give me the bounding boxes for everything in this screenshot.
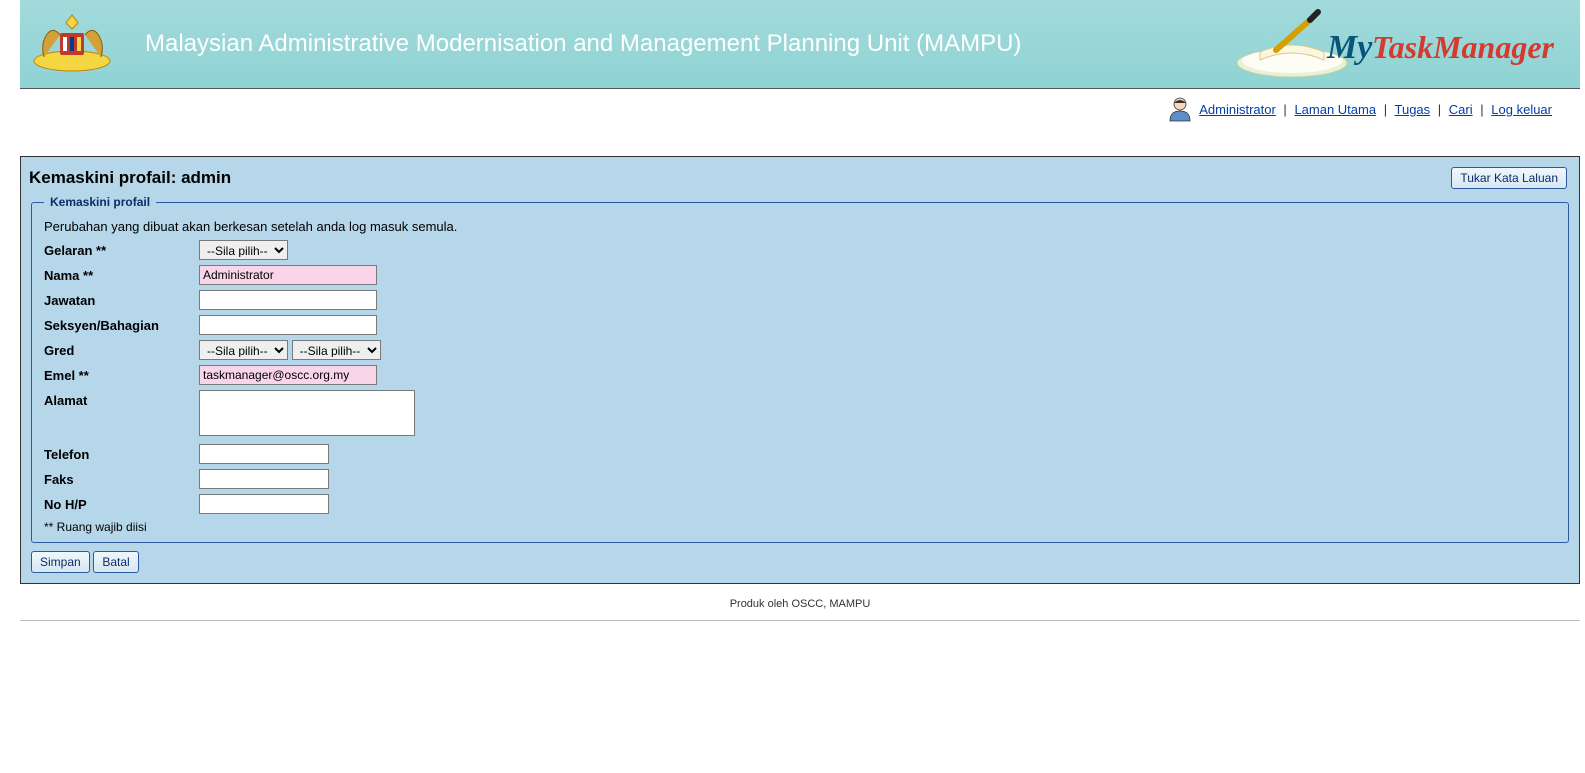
input-seksyen[interactable] [199, 315, 377, 335]
label-seksyen: Seksyen/Bahagian [44, 315, 199, 333]
svg-text:My: My [1326, 29, 1373, 66]
nav-user-link[interactable]: Administrator [1199, 102, 1276, 117]
nav-search-link[interactable]: Cari [1449, 102, 1473, 117]
input-emel[interactable] [199, 365, 377, 385]
app-logo: My TaskManager [1232, 8, 1570, 80]
nav-separator: | [1283, 102, 1286, 117]
nav-separator: | [1384, 102, 1387, 117]
content-panel: Kemaskini profail: admin Tukar Kata Lalu… [20, 156, 1580, 584]
nav-separator: | [1480, 102, 1483, 117]
nav-tasks-link[interactable]: Tugas [1395, 102, 1431, 117]
profile-fieldset: Kemaskini profail Perubahan yang dibuat … [31, 195, 1569, 543]
header-title: Malaysian Administrative Modernisation a… [145, 29, 1202, 59]
crest-icon [30, 13, 115, 75]
input-jawatan[interactable] [199, 290, 377, 310]
label-telefon: Telefon [44, 444, 199, 462]
cancel-button[interactable]: Batal [93, 551, 138, 573]
page-title: Kemaskini profail: admin [29, 168, 231, 188]
fieldset-legend: Kemaskini profail [44, 195, 156, 209]
select-gred-2[interactable]: --Sila pilih-- [292, 340, 381, 360]
top-nav: Administrator | Laman Utama | Tugas | Ca… [20, 89, 1580, 134]
input-nohp[interactable] [199, 494, 329, 514]
label-faks: Faks [44, 469, 199, 487]
nav-separator: | [1438, 102, 1441, 117]
label-alamat: Alamat [44, 390, 199, 408]
label-nama: Nama ** [44, 265, 199, 283]
label-jawatan: Jawatan [44, 290, 199, 308]
nav-home-link[interactable]: Laman Utama [1294, 102, 1376, 117]
form-info-text: Perubahan yang dibuat akan berkesan sete… [44, 219, 1556, 234]
label-nohp: No H/P [44, 494, 199, 512]
textarea-alamat[interactable] [199, 390, 415, 436]
app-header: Malaysian Administrative Modernisation a… [20, 0, 1580, 89]
footer-text: Produk oleh OSCC, MAMPU [20, 584, 1580, 621]
select-gelaran[interactable]: --Sila pilih-- [199, 240, 288, 260]
change-password-button[interactable]: Tukar Kata Laluan [1451, 167, 1567, 189]
select-gred-1[interactable]: --Sila pilih-- [199, 340, 288, 360]
svg-text:TaskManager: TaskManager [1372, 29, 1555, 65]
label-gelaran: Gelaran ** [44, 240, 199, 258]
label-gred: Gred [44, 340, 199, 358]
input-nama[interactable] [199, 265, 377, 285]
input-faks[interactable] [199, 469, 329, 489]
save-button[interactable]: Simpan [31, 551, 90, 573]
nav-logout-link[interactable]: Log keluar [1491, 102, 1552, 117]
label-emel: Emel ** [44, 365, 199, 383]
required-note: ** Ruang wajib diisi [44, 520, 1556, 534]
user-icon [1166, 95, 1194, 126]
input-telefon[interactable] [199, 444, 329, 464]
